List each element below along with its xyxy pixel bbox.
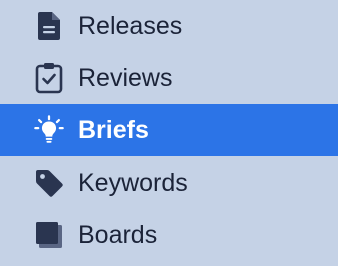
document-icon <box>33 10 65 42</box>
sidebar-item-reviews[interactable]: Reviews <box>0 52 338 104</box>
sidebar-item-label: Briefs <box>78 116 149 144</box>
clipboard-check-icon <box>33 62 65 94</box>
sidebar-nav: Releases Reviews Briefs Keywords Boards <box>0 0 338 266</box>
sidebar-item-briefs[interactable]: Briefs <box>0 104 338 156</box>
tag-icon <box>33 167 65 199</box>
sidebar-item-label: Releases <box>78 12 183 40</box>
sidebar-item-releases[interactable]: Releases <box>0 0 338 52</box>
sidebar-item-keywords[interactable]: Keywords <box>0 157 338 209</box>
sidebar-item-label: Boards <box>78 221 158 249</box>
sidebar-item-boards[interactable]: Boards <box>0 209 338 261</box>
boards-icon <box>33 219 65 251</box>
sidebar-item-label: Keywords <box>78 169 188 197</box>
lightbulb-icon <box>33 114 65 146</box>
sidebar-item-label: Reviews <box>78 64 173 92</box>
